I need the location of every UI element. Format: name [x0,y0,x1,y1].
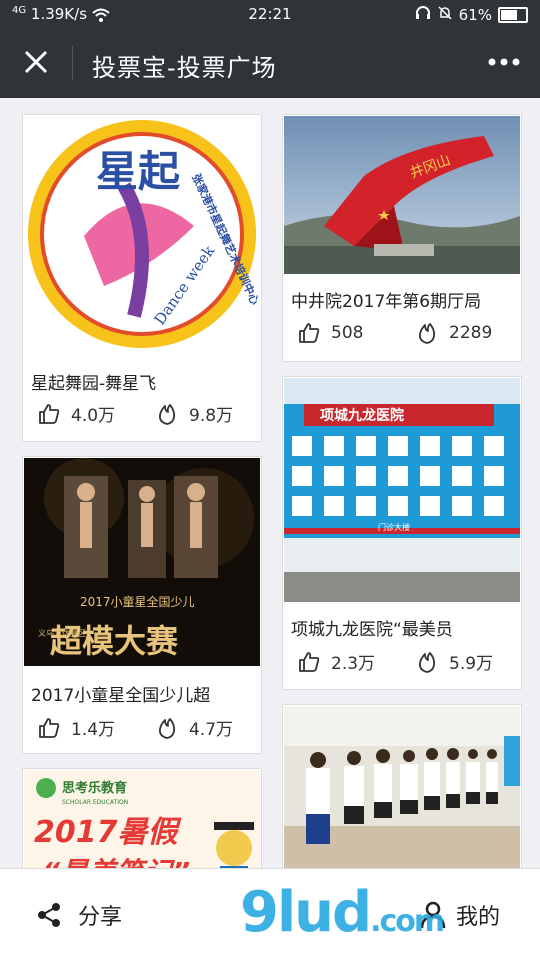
like-count[interactable]: 2.3万 [297,649,375,674]
svg-text:2017暑假: 2017暑假 [34,815,181,850]
thumbs-up-icon [39,403,60,424]
card-stats: 1.4万 4.7万 [31,715,253,745]
hot-count-value: 5.9万 [449,654,494,674]
flame-icon [418,651,436,673]
vote-card[interactable]: 星起 张家港市星起舞艺术培训中心 Dance week 星起舞园-舞星飞 4.0… [22,114,262,442]
more-button[interactable] [486,54,522,70]
hot-count-value: 9.8万 [189,406,234,426]
like-count-value: 4.0万 [71,406,116,426]
page-title: 投票宝-投票广场 [92,54,277,82]
card-title: 星起舞园-舞星飞 [31,374,157,394]
hot-count: 5.9万 [415,649,493,674]
svg-text:“最美笔记”: “最美笔记” [42,856,190,868]
flame-icon [158,717,176,739]
like-count-value: 1.4万 [71,720,116,740]
hot-count: 9.8万 [155,401,233,426]
battery-icon [498,7,528,23]
hot-count: 4.7万 [155,715,233,740]
like-count-value: 2.3万 [331,654,376,674]
nav-bar: 投票宝-投票广场 [0,28,540,98]
card-image: 星起 张家港市星起舞艺术培训中心 Dance week [24,116,260,354]
hot-count-value: 2289 [449,323,493,343]
like-count[interactable]: 1.4万 [37,715,115,740]
card-title: 项城九龙医院“最美员 [291,620,453,640]
mine-label: 我的 [455,905,500,930]
card-title: 2017小童星全国少儿超 [31,686,211,706]
vote-feed: 星起 张家港市星起舞艺术培训中心 Dance week 星起舞园-舞星飞 4.0… [0,98,540,868]
card-image: 井冈山 [284,116,520,274]
svg-text:义乌万达赛区: 义乌万达赛区 [38,628,86,638]
hot-count: 2289 [415,321,492,345]
headset-icon [415,5,431,25]
svg-text:项城九龙医院: 项城九龙医院 [320,407,404,424]
svg-text:门诊大楼: 门诊大楼 [378,522,410,532]
status-bar: 4G 1.39K/s 22:21 61% [0,0,540,28]
vote-card[interactable]: 思考乐教育 SCHOLAR EDUCATION 2017暑假 “最美笔记” [22,768,262,868]
close-button[interactable] [18,44,54,80]
card-image: 2017小童星全国少儿 超模大赛 义乌万达赛区 [24,458,260,666]
svg-text:超模大赛: 超模大赛 [50,622,179,660]
svg-text:思考乐教育: 思考乐教育 [62,780,127,796]
nav-divider [72,46,73,80]
vote-card[interactable] [282,704,522,868]
thumbs-up-icon [299,651,320,672]
share-label: 分享 [78,905,123,930]
svg-text:SCHOLAR EDUCATION: SCHOLAR EDUCATION [62,799,128,806]
card-stats: 508 2289 [291,321,513,351]
flame-icon [418,323,436,344]
mute-icon [437,5,453,25]
thumbs-up-icon [299,323,320,343]
card-stats: 2.3万 5.9万 [291,649,513,679]
like-count-value: 508 [331,323,364,343]
poster-logo-text: 星起 [96,147,181,196]
more-icon [488,58,520,66]
flame-icon [158,403,176,425]
card-image: 思考乐教育 SCHOLAR EDUCATION 2017暑假 “最美笔记” [24,770,260,868]
status-right: 61% [415,5,528,25]
like-count[interactable]: 508 [297,321,363,345]
close-icon [24,50,48,74]
share-icon [38,903,60,927]
watermark: 9lud.com [240,880,445,945]
battery-percent: 61% [458,6,492,24]
card-image [284,706,520,868]
vote-card[interactable]: 井冈山 中井院2017年第6期厅局 508 2289 [282,114,522,362]
thumbs-up-icon [39,717,60,738]
vote-card[interactable]: 2017小童星全国少儿 超模大赛 义乌万达赛区 2017小童星全国少儿超 1.4… [22,456,262,754]
card-stats: 4.0万 9.8万 [31,401,253,431]
card-image: 项城九龙医院 门诊大楼 [284,378,520,602]
like-count[interactable]: 4.0万 [37,401,115,426]
share-button[interactable]: 分享 [36,899,122,931]
card-title: 中井院2017年第6期厅局 [291,292,482,312]
svg-text:2017小童星全国少儿: 2017小童星全国少儿 [80,594,195,609]
vote-card[interactable]: 项城九龙医院 门诊大楼 项城九龙医院“最美员 2.3万 5.9万 [282,376,522,690]
hot-count-value: 4.7万 [189,720,234,740]
